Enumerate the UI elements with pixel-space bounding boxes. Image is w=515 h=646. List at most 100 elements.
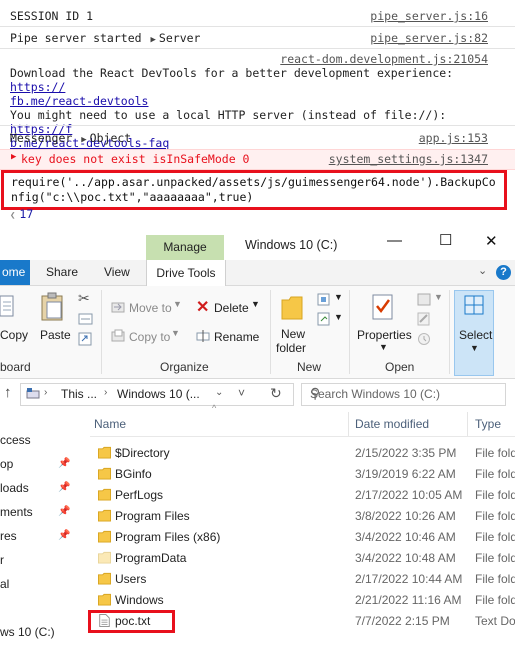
nav-item-documents[interactable]: ments (0, 505, 33, 519)
properties-button[interactable]: Properties (357, 328, 412, 342)
tab-home[interactable]: ome (0, 260, 30, 285)
edit-icon[interactable] (417, 312, 431, 326)
column-separator[interactable] (348, 412, 349, 436)
file-type: File fold (475, 551, 515, 565)
console-message-text: Messenger (10, 131, 73, 145)
copy-to-button[interactable]: Copy to (129, 330, 170, 344)
nav-item-folder[interactable]: r (0, 553, 4, 567)
file-date: 2/21/2022 11:16 AM (355, 593, 462, 607)
refresh-icon[interactable]: ↻ (270, 385, 282, 402)
console-source-link[interactable]: pipe_server.js:16 (370, 9, 488, 23)
new-item-icon[interactable] (317, 292, 331, 306)
tab-drive-tools[interactable]: Drive Tools (146, 260, 226, 286)
expand-triangle-icon[interactable]: ▶ (81, 135, 86, 145)
nav-item-quick-access[interactable]: ccess (0, 433, 31, 447)
easy-access-icon[interactable] (317, 312, 331, 326)
file-row[interactable]: Program Files (x86) 3/4/2022 10:46 AM File… (90, 527, 515, 548)
react-devtools-link[interactable]: https:// (10, 80, 65, 94)
drive-icon (26, 388, 40, 399)
nav-item-desktop[interactable]: op (0, 457, 13, 471)
address-bar[interactable]: › This ... › Windows 10 (... ⌄ ˅ ↻ (20, 383, 294, 406)
column-date-modified[interactable]: Date modified (355, 417, 429, 431)
cut-icon[interactable]: ✂ (78, 290, 90, 307)
move-to-icon[interactable] (111, 300, 125, 314)
column-separator[interactable] (467, 412, 468, 436)
chevron-down-icon: ▼ (173, 299, 182, 309)
breadcrumb-drive[interactable]: Windows 10 (... (117, 387, 200, 401)
paste-icon[interactable] (40, 292, 66, 322)
console-object[interactable]: Object (90, 131, 132, 145)
console-source-link[interactable]: react-dom.development.js:21054 (280, 52, 488, 66)
file-name: Program Files (x86) (115, 530, 221, 544)
react-devtools-link[interactable]: fb.me/react-devtools (10, 94, 148, 108)
clipboard-group-label: board (0, 360, 31, 374)
search-input[interactable]: ⚲ Search Windows 10 (C:) (301, 383, 506, 406)
manage-tab[interactable]: Manage (146, 235, 224, 260)
console-command-text[interactable]: require('../app.asar.unpacked/assets/js/… (11, 175, 501, 205)
file-row[interactable]: PerfLogs 2/17/2022 10:05 AM File fold (90, 485, 515, 506)
file-row[interactable]: ProgramData 3/4/2022 10:48 AM File fold (90, 548, 515, 569)
close-icon[interactable]: ✕ (485, 232, 498, 250)
ribbon-tabs: ome Share View Drive Tools ⌄ ? (0, 260, 515, 286)
select-icon (464, 295, 484, 315)
folder-icon (98, 446, 111, 459)
nav-item-local[interactable]: al (0, 577, 9, 591)
maximize-icon[interactable]: ☐ (439, 231, 452, 249)
dropdown-arrow-icon[interactable]: ˅ (238, 386, 245, 400)
console-source-link[interactable]: app.js:153 (419, 131, 488, 145)
nav-item-windows-drive[interactable]: ws 10 (C:) (0, 625, 55, 639)
chevron-right-icon[interactable]: › (104, 387, 107, 398)
file-date: 3/4/2022 10:46 AM (355, 530, 456, 544)
console-result: ❮ 17 (10, 207, 33, 221)
console-message-text: SESSION ID 1 (10, 9, 94, 23)
paste-button[interactable]: Paste (40, 328, 71, 342)
console-separator (0, 125, 515, 126)
copy-icon[interactable] (0, 294, 16, 320)
delete-button[interactable]: Delete (214, 301, 249, 315)
properties-icon[interactable] (371, 292, 395, 320)
tab-view[interactable]: View (104, 265, 130, 279)
breadcrumb-this-pc[interactable]: This ... (61, 387, 97, 401)
delete-icon[interactable]: ✕ (196, 297, 209, 317)
select-button[interactable]: Select ▼ (454, 290, 494, 376)
move-to-button[interactable]: Move to (129, 301, 172, 315)
nav-item-downloads[interactable]: loads (0, 481, 29, 495)
file-row[interactable]: Windows 2/21/2022 11:16 AM File fold (90, 590, 515, 611)
up-arrow-icon[interactable]: ↑ (4, 384, 12, 401)
paste-shortcut-icon[interactable] (78, 332, 92, 346)
help-icon[interactable]: ? (496, 265, 511, 280)
result-arrow-icon: ❮ (10, 211, 16, 221)
new-folder-button-line2[interactable]: folder (276, 341, 306, 355)
file-type: File fold (475, 572, 515, 586)
copy-path-icon[interactable] (78, 313, 93, 325)
copy-button[interactable]: Copy (0, 328, 28, 342)
open-icon[interactable] (417, 292, 431, 306)
console-object[interactable]: Server (159, 31, 201, 45)
rename-icon[interactable] (196, 329, 210, 343)
file-row[interactable]: Users 2/17/2022 10:44 AM File fold (90, 569, 515, 590)
console-source-link[interactable]: pipe_server.js:82 (370, 31, 488, 45)
chevron-down-icon[interactable]: ⌄ (478, 264, 487, 277)
rename-button[interactable]: Rename (214, 330, 259, 344)
column-name[interactable]: Name (94, 417, 126, 431)
file-row[interactable]: Program Files 3/8/2022 10:26 AM File fold (90, 506, 515, 527)
chevron-down-icon[interactable]: ⌄ (215, 387, 223, 398)
expand-triangle-icon[interactable]: ▶ (11, 152, 16, 162)
chevron-right-icon[interactable]: › (44, 387, 47, 398)
console-source-link[interactable]: system_settings.js:1347 (329, 152, 488, 166)
folder-icon (98, 467, 111, 480)
tab-share[interactable]: Share (46, 265, 78, 279)
file-row[interactable]: $Directory 2/15/2022 3:35 PM File fold (90, 443, 515, 464)
minimize-icon[interactable]: — (387, 232, 402, 249)
nav-item-pictures[interactable]: res (0, 529, 17, 543)
new-folder-button[interactable]: New (281, 327, 305, 341)
column-type[interactable]: Type (475, 417, 501, 431)
history-icon[interactable] (417, 332, 431, 346)
expand-triangle-icon[interactable]: ▶ (151, 35, 156, 45)
folder-icon (98, 530, 111, 543)
file-row[interactable]: BGinfo 3/19/2019 6:22 AM File fold (90, 464, 515, 485)
file-type: File fold (475, 509, 515, 523)
new-folder-icon[interactable] (281, 294, 303, 320)
console-message-text: You might need to use a local HTTP serve… (10, 108, 447, 122)
copy-to-icon[interactable] (111, 329, 125, 343)
